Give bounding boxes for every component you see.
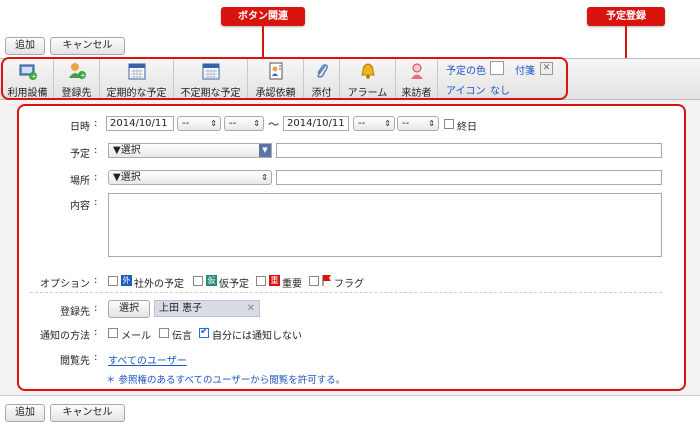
end-date-input[interactable]: 2014/10/11 xyxy=(283,116,349,131)
flag-icon xyxy=(321,274,333,289)
allday-label: 終日 xyxy=(457,122,477,133)
colon: : xyxy=(94,275,98,286)
tilde: 〜 xyxy=(268,118,279,131)
place-label: 場所 xyxy=(70,176,90,187)
notify-label: 通知の方法 xyxy=(40,331,90,342)
add-button-bottom[interactable]: 追加 xyxy=(5,404,45,422)
colon: : xyxy=(94,145,98,156)
colon: : xyxy=(94,118,98,129)
option-tentative-checkbox[interactable] xyxy=(193,276,203,286)
datetime-label: 日時 xyxy=(70,122,90,133)
option-flag-checkbox[interactable] xyxy=(309,276,319,286)
add-button-top[interactable]: 追加 xyxy=(5,37,45,55)
important-badge-icon: 重 xyxy=(269,275,280,286)
select-registrant-button[interactable]: 選択 xyxy=(108,300,150,318)
registrant-label: 登録先 xyxy=(60,307,90,318)
content-label: 内容 xyxy=(70,201,90,212)
options-label: オプション xyxy=(40,279,90,290)
place-input[interactable] xyxy=(276,170,662,185)
schedule-label: 予定 xyxy=(70,149,90,160)
callout-registration: 予定登録 xyxy=(587,7,665,26)
schedule-type-select[interactable]: ▼選択 ▼ xyxy=(108,143,272,158)
schedule-title-input[interactable] xyxy=(276,143,662,158)
end-hour-select[interactable]: -- ⇕ xyxy=(353,116,395,131)
start-date-input[interactable]: 2014/10/11 xyxy=(106,116,174,131)
option-external-label: 社外の予定 xyxy=(134,279,184,290)
allday-checkbox[interactable] xyxy=(444,119,454,129)
all-users-link[interactable]: すべてのユーザー xyxy=(108,352,187,367)
notify-mail-checkbox[interactable] xyxy=(108,328,118,338)
viewers-note: ＊ 参照権のあるすべてのユーザーから閲覧を許可する。 xyxy=(106,375,346,386)
notify-message-checkbox[interactable] xyxy=(159,328,169,338)
callout-buttons: ボタン関連 xyxy=(221,7,305,26)
remove-icon[interactable]: ✕ xyxy=(247,301,255,316)
start-hour-select[interactable]: -- ⇕ xyxy=(177,116,221,131)
option-important-checkbox[interactable] xyxy=(256,276,266,286)
chevron-down-icon: ▼ xyxy=(259,144,271,157)
notify-mail-label: メール xyxy=(121,331,151,342)
colon: : xyxy=(94,327,98,338)
divider xyxy=(30,292,662,293)
notify-message-label: 伝言 xyxy=(172,331,192,342)
viewers-label: 閲覧先 xyxy=(60,356,90,367)
tentative-badge-icon: 仮 xyxy=(206,275,217,286)
start-minute-select[interactable]: -- ⇕ xyxy=(224,116,264,131)
option-flag-label: フラグ xyxy=(334,279,364,290)
registrant-tag: 上田 恵子 ✕ xyxy=(154,300,260,317)
option-tentative-label: 仮予定 xyxy=(219,279,249,290)
place-select[interactable]: ▼選択 ⇕ xyxy=(108,170,272,185)
colon: : xyxy=(94,352,98,363)
option-external-checkbox[interactable] xyxy=(108,276,118,286)
colon: : xyxy=(94,303,98,314)
external-badge-icon: 外 xyxy=(121,275,132,286)
checkmark-icon: ✔ xyxy=(200,326,209,337)
content-textarea[interactable] xyxy=(108,193,662,257)
buttons-highlight xyxy=(1,57,568,100)
colon: : xyxy=(94,197,98,208)
callout-line-buttons xyxy=(262,26,264,58)
notify-self-checkbox[interactable]: ✔ xyxy=(199,326,209,338)
end-minute-select[interactable]: -- ⇕ xyxy=(397,116,439,131)
cancel-button-top[interactable]: キャンセル xyxy=(50,37,125,55)
option-important-label: 重要 xyxy=(282,279,302,290)
colon: : xyxy=(94,172,98,183)
notify-self-label: 自分には通知しない xyxy=(212,331,302,342)
cancel-button-bottom[interactable]: キャンセル xyxy=(50,404,125,422)
